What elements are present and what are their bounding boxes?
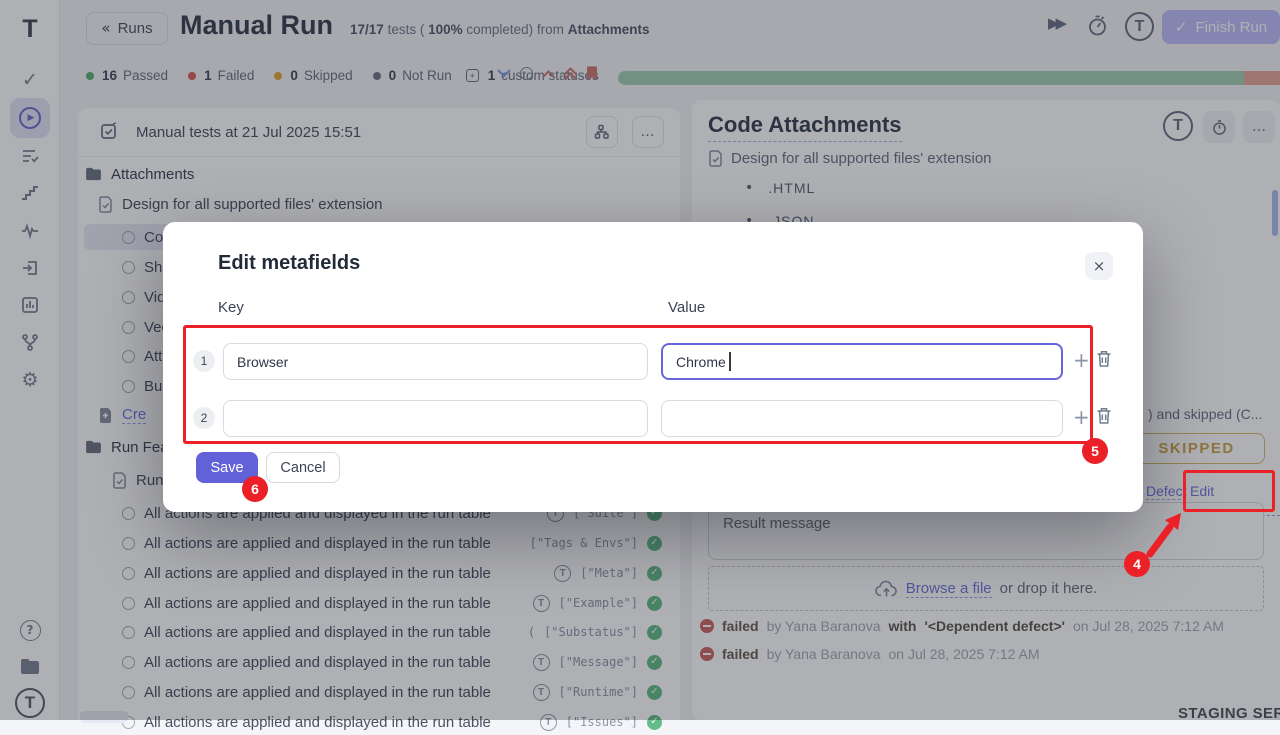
delete-row-icon[interactable] — [1096, 350, 1112, 373]
annotation-box-rows — [183, 325, 1093, 444]
modal-close-button[interactable]: × — [1085, 252, 1113, 280]
key-column-label: Key — [218, 299, 244, 316]
annotation-box-edit-metafields — [1183, 470, 1275, 512]
annotation-badge-6: 6 — [242, 476, 268, 502]
value-column-label: Value — [668, 299, 705, 316]
close-icon: × — [1093, 259, 1106, 274]
modal-title: Edit metafields — [218, 252, 360, 275]
annotation-badge-4: 4 — [1124, 551, 1150, 577]
delete-row-icon[interactable] — [1096, 407, 1112, 430]
annotation-badge-5: 5 — [1082, 438, 1108, 464]
cancel-button[interactable]: Cancel — [266, 452, 340, 483]
